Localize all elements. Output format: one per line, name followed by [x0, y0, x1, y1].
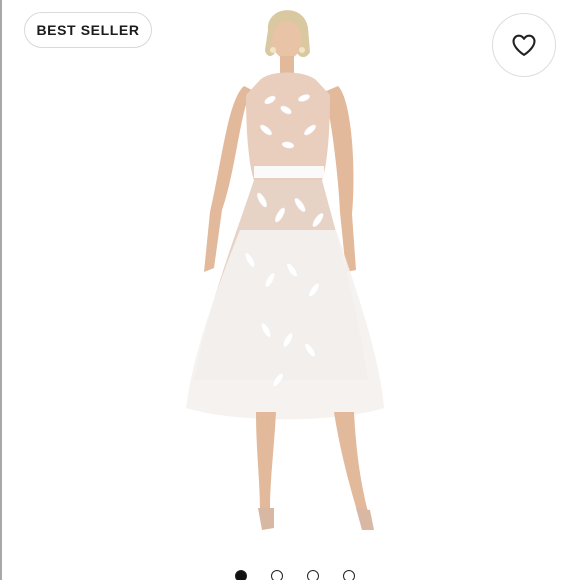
gallery-dot-4[interactable] — [343, 570, 355, 580]
gallery-dot-3[interactable] — [307, 570, 319, 580]
model-right-leg — [334, 412, 368, 514]
product-photo[interactable] — [170, 0, 400, 545]
model-earring-left — [270, 47, 276, 53]
model-left-shoe — [258, 508, 274, 530]
dress-bodice — [246, 72, 330, 180]
gallery-dot-2[interactable] — [271, 570, 283, 580]
heart-icon — [512, 34, 536, 56]
dress-waistband — [254, 166, 324, 178]
model-left-leg — [256, 412, 276, 512]
favorite-button[interactable] — [492, 13, 556, 77]
gallery-pagination — [0, 570, 580, 580]
model-right-shoe — [356, 508, 374, 530]
model-face — [272, 21, 302, 59]
best-seller-badge: BEST SELLER — [24, 12, 152, 48]
model-earring-right — [299, 47, 305, 53]
left-edge-border — [0, 0, 2, 580]
gallery-dot-1[interactable] — [235, 570, 247, 580]
